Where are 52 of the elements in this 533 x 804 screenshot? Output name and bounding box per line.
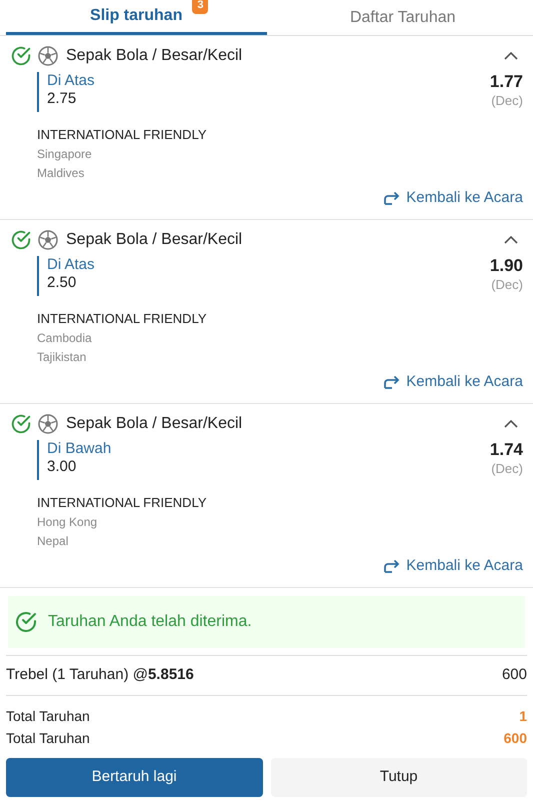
bet-title: Sepak Bola / Besar/Kecil [66,414,242,434]
combo-stake: 600 [502,665,527,686]
team-name: Hong Kong [37,514,98,531]
back-to-event-link[interactable]: Kembali ke Acara [384,555,523,578]
redo-arrow-icon [384,559,400,574]
soccer-ball-icon [38,230,58,250]
team-name: Singapore [37,146,93,163]
redo-arrow-icon [384,191,400,206]
back-to-event-link[interactable]: Kembali ke Acara [384,187,523,210]
team-name: Cambodia [37,330,93,347]
total-value: 1 [519,706,527,726]
count-badge: 3 [192,0,208,14]
handicap-line: 2.50 [47,274,78,292]
tab[interactable]: Daftar Taruhan [272,0,533,35]
chevron-up-icon[interactable] [503,419,519,429]
odds-format: (Dec) [491,460,523,478]
league-name: INTERNATIONAL FRIENDLY [37,310,208,328]
selection-name: Di Bawah [47,440,112,458]
total-label: Total Taruhan [6,728,90,748]
chevron-up-icon[interactable] [503,235,519,245]
team-name: Tajikistan [37,349,88,366]
check-circle-icon [10,413,32,435]
total-label: Total Taruhan [6,706,90,726]
league-name: INTERNATIONAL FRIENDLY [37,126,208,144]
success-message: Taruhan Anda telah diterima. [48,612,252,632]
odds-format: (Dec) [491,92,523,110]
odds-format: (Dec) [491,276,523,294]
league-name: INTERNATIONAL FRIENDLY [37,494,208,512]
check-circle-icon [10,45,32,67]
close-button[interactable]: Tutup [270,758,527,797]
total-value: 600 [504,728,527,748]
team-name: Maldives [37,165,86,182]
chevron-up-icon[interactable] [503,51,519,61]
selection-name: Di Atas [47,72,95,90]
team-name: Nepal [37,533,70,550]
bet-title: Sepak Bola / Besar/Kecil [66,46,242,66]
check-circle-icon [14,610,38,634]
back-to-event-link[interactable]: Kembali ke Acara [384,371,523,394]
handicap-line: 3.00 [47,458,78,476]
odds-value: 1.90 [490,256,523,276]
soccer-ball-icon [38,414,58,434]
place-again-button[interactable]: Bertaruh lagi [6,758,262,797]
redo-arrow-icon [384,375,400,390]
combo-label: Trebel (1 Taruhan) @5.8516 [6,665,194,686]
selection-name: Di Atas [47,256,95,274]
check-circle-icon [10,229,32,251]
bet-title: Sepak Bola / Besar/Kecil [66,230,242,250]
tab[interactable]: Slip taruhan 3 [6,0,266,35]
odds-value: 1.74 [490,440,523,460]
odds-value: 1.77 [490,72,523,92]
soccer-ball-icon [38,46,58,66]
handicap-line: 2.75 [47,90,78,108]
